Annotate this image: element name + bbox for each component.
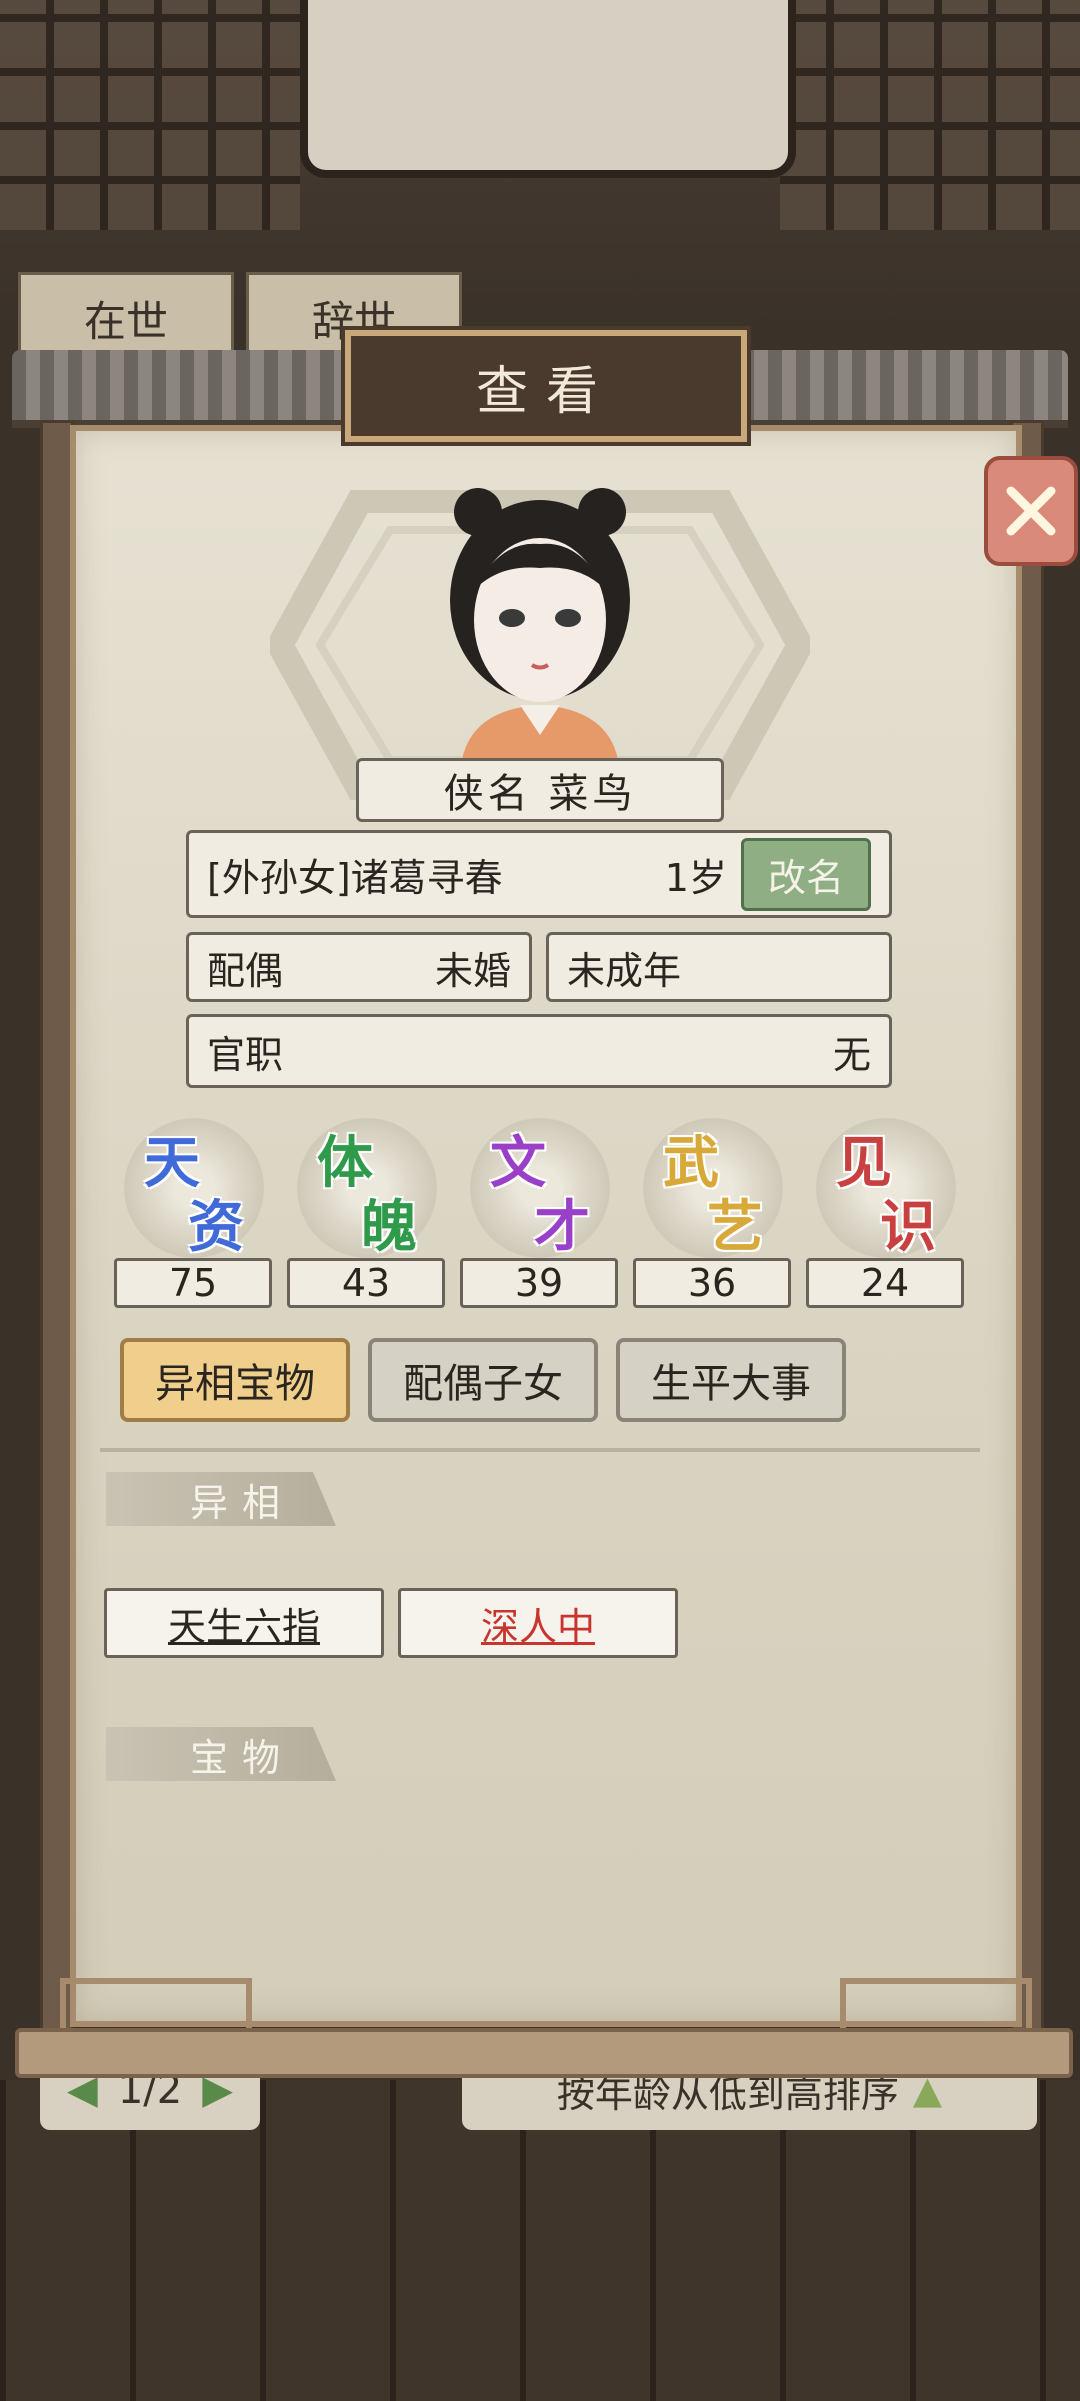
tab-traits-treasures[interactable]: 异相宝物 (120, 1338, 350, 1422)
panel-title: 查看 (345, 330, 747, 442)
stat-physique-char-2: 魄 (361, 1194, 417, 1260)
stat-insight-char-2: 识 (880, 1194, 936, 1260)
spouse-value: 未婚 (434, 948, 511, 993)
stat-literary-char-2: 才 (534, 1194, 590, 1260)
trait-item[interactable]: 深人中 (398, 1588, 678, 1658)
spouse-row: 配偶 未婚 (186, 932, 532, 1002)
identity-row: [外孙女]诸葛寻春 1岁 改名 (186, 830, 892, 918)
window-lattice-left (0, 0, 300, 230)
panel-rail-right (840, 1978, 1032, 2034)
panel-pillar-left (40, 420, 74, 2046)
age-text: 1岁 (664, 855, 727, 900)
maturity-row: 未成年 (546, 932, 892, 1002)
stat-insight-value: 24 (806, 1258, 964, 1308)
stat-talent: 天 资 (114, 1108, 274, 1260)
alias-box: 侠名 菜鸟 (356, 758, 724, 822)
panel-rail-left (60, 1978, 252, 2034)
character-portrait (450, 488, 630, 760)
maturity-value: 未成年 (567, 948, 682, 993)
stat-literary-value: 39 (460, 1258, 618, 1308)
window-lattice-right (780, 0, 1080, 230)
stat-talent-char-2: 资 (188, 1194, 244, 1260)
trait-item[interactable]: 天生六指 (104, 1588, 384, 1658)
close-button[interactable] (984, 456, 1078, 566)
office-value: 无 (832, 1032, 871, 1077)
stat-talent-value: 75 (114, 1258, 272, 1308)
stat-martial-char-2: 艺 (707, 1194, 763, 1260)
office-label: 官职 (207, 1032, 284, 1077)
panel-base (15, 2028, 1073, 2078)
tab-life-events[interactable]: 生平大事 (616, 1338, 846, 1422)
stat-literary: 文 才 (460, 1108, 620, 1260)
traits-section-title: 异相 (106, 1472, 336, 1526)
treasures-section-title: 宝物 (106, 1727, 336, 1781)
rename-button[interactable]: 改名 (740, 837, 871, 911)
stat-physique-value: 43 (287, 1258, 445, 1308)
office-row: 官职 无 (186, 1014, 892, 1088)
close-icon (1006, 486, 1056, 536)
stat-insight: 见 识 (806, 1108, 966, 1260)
relation-name: [外孙女]诸葛寻春 (207, 855, 503, 900)
alias-text: 侠名 菜鸟 (443, 771, 637, 817)
stat-martial: 武 艺 (633, 1108, 793, 1260)
stat-martial-value: 36 (633, 1258, 791, 1308)
spouse-label: 配偶 (207, 948, 284, 993)
section-divider (100, 1448, 980, 1452)
tab-spouse-children[interactable]: 配偶子女 (368, 1338, 598, 1422)
stat-physique: 体 魄 (287, 1108, 447, 1260)
wall-painting (300, 0, 796, 178)
